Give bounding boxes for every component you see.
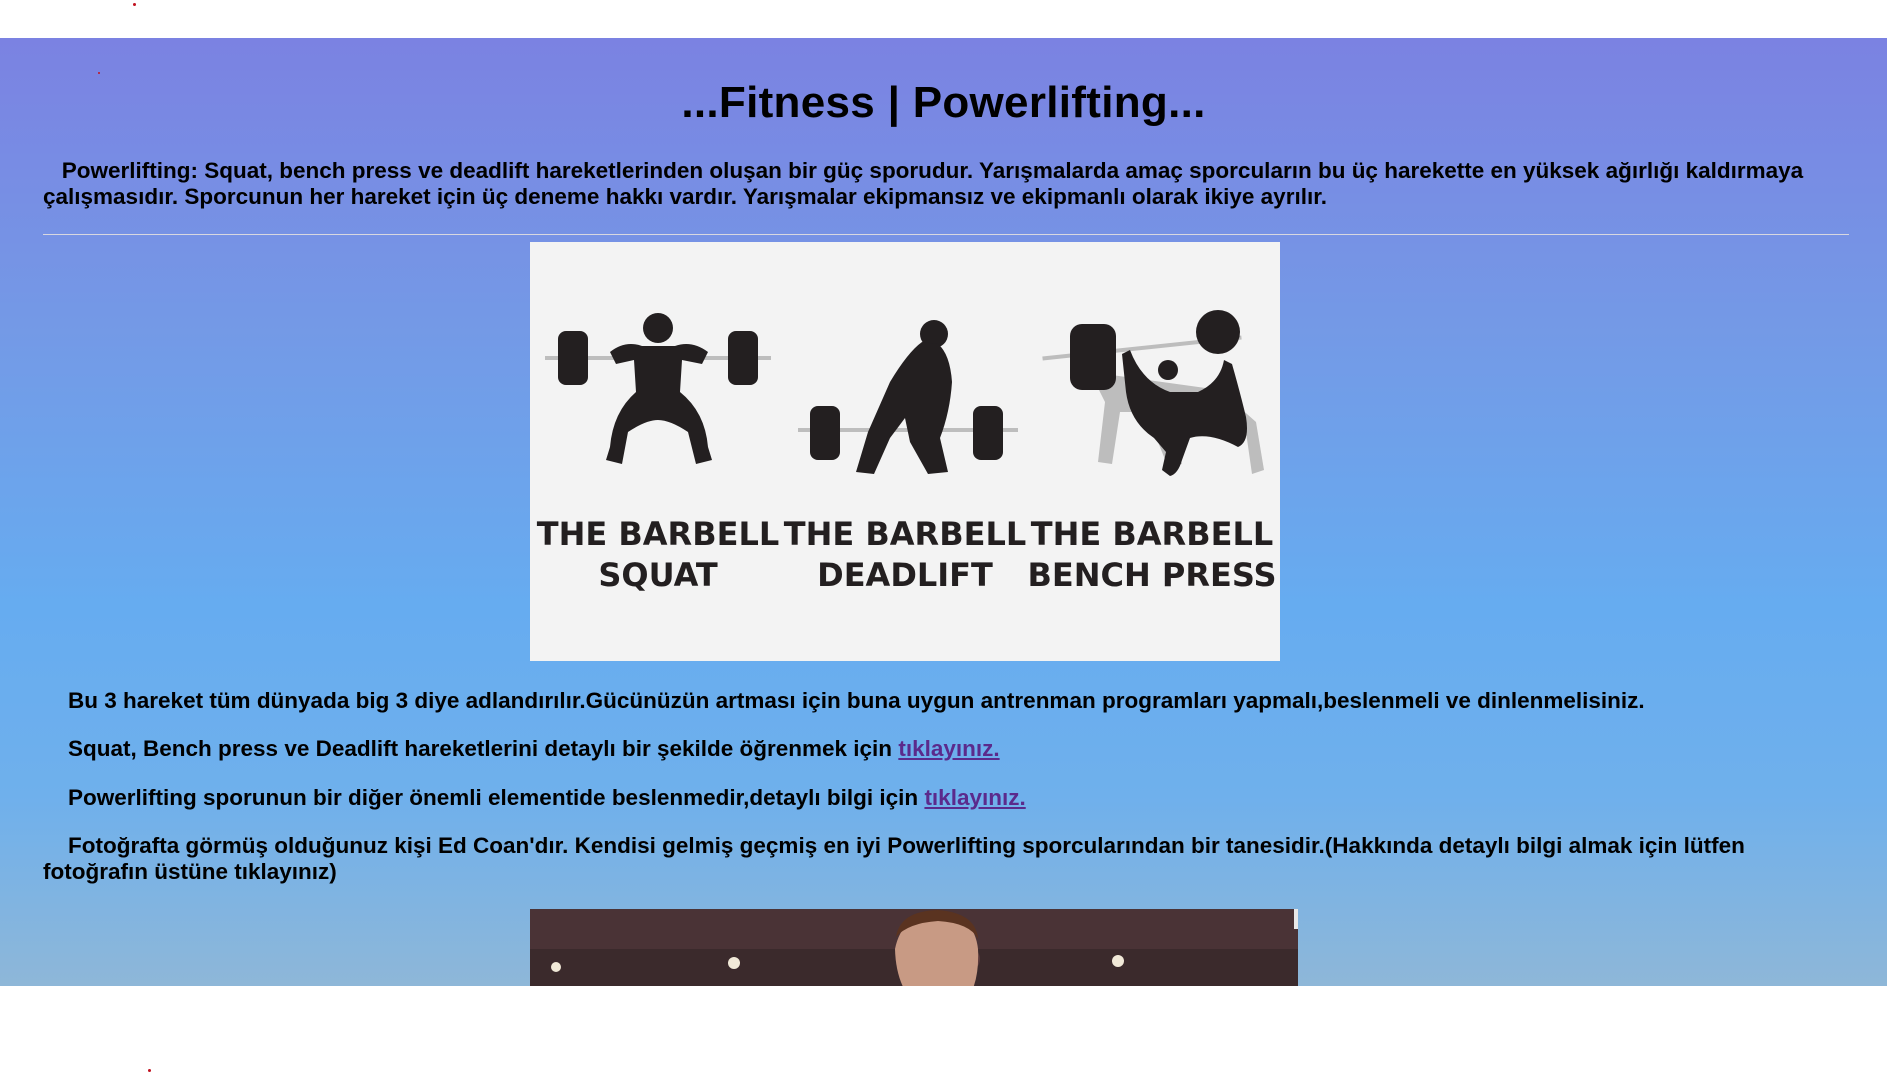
- big-three-paragraph: Bu 3 hareket tüm dünyada big 3 diye adla…: [43, 688, 1843, 714]
- lift-caption-line2: BENCH PRESS: [1027, 556, 1276, 594]
- lift-caption-line2: DEADLIFT: [817, 556, 993, 594]
- intro-paragraph: Powerlifting: Squat, bench press ve dead…: [43, 158, 1843, 210]
- squat-figure-icon: [545, 313, 771, 464]
- lifts-detail-text: Squat, Bench press ve Deadlift hareketle…: [68, 736, 893, 761]
- big-three-text: Bu 3 hareket tüm dünyada big 3 diye adla…: [68, 688, 1645, 713]
- ed-coan-photo[interactable]: [530, 909, 1298, 986]
- bench-press-figure-icon: [1042, 310, 1264, 476]
- lift-caption-line1: THE BARBELL: [784, 515, 1026, 553]
- deadlift-figure-icon: [798, 320, 1018, 474]
- intro-text: Powerlifting: Squat, bench press ve dead…: [43, 158, 1804, 209]
- ed-coan-photo-image[interactable]: [530, 909, 1298, 986]
- lift-caption-line1: THE BARBELL: [537, 515, 779, 553]
- bottom-margin: [0, 986, 1887, 1074]
- nutrition-paragraph: Powerlifting sporunun bir diğer önemli e…: [43, 785, 1843, 811]
- lifts-detail-paragraph: Squat, Bench press ve Deadlift hareketle…: [43, 736, 1843, 762]
- nutrition-link[interactable]: tıklayınız.: [924, 785, 1025, 810]
- red-dot: [98, 72, 100, 74]
- red-dot: [133, 3, 136, 6]
- ed-coan-paragraph: Fotoğrafta görmüş olduğunuz kişi Ed Coan…: [43, 833, 1843, 885]
- red-dot: [148, 1069, 151, 1072]
- ed-coan-text: Fotoğrafta görmüş olduğunuz kişi Ed Coan…: [43, 833, 1745, 884]
- big-three-lifts-image: THE BARBELL SQUAT THE BARBELL DEADLIFT T…: [530, 242, 1280, 661]
- lift-caption-line1: THE BARBELL: [1031, 515, 1273, 553]
- lift-caption-line2: SQUAT: [598, 556, 718, 594]
- content-panel: ...Fitness | Powerlifting... Powerliftin…: [0, 38, 1887, 986]
- horizontal-rule: [43, 234, 1849, 235]
- lifts-detail-link[interactable]: tıklayınız.: [898, 736, 999, 761]
- nutrition-text: Powerlifting sporunun bir diğer önemli e…: [68, 785, 919, 810]
- page-title: ...Fitness | Powerlifting...: [681, 78, 1206, 127]
- top-margin: [0, 0, 1887, 38]
